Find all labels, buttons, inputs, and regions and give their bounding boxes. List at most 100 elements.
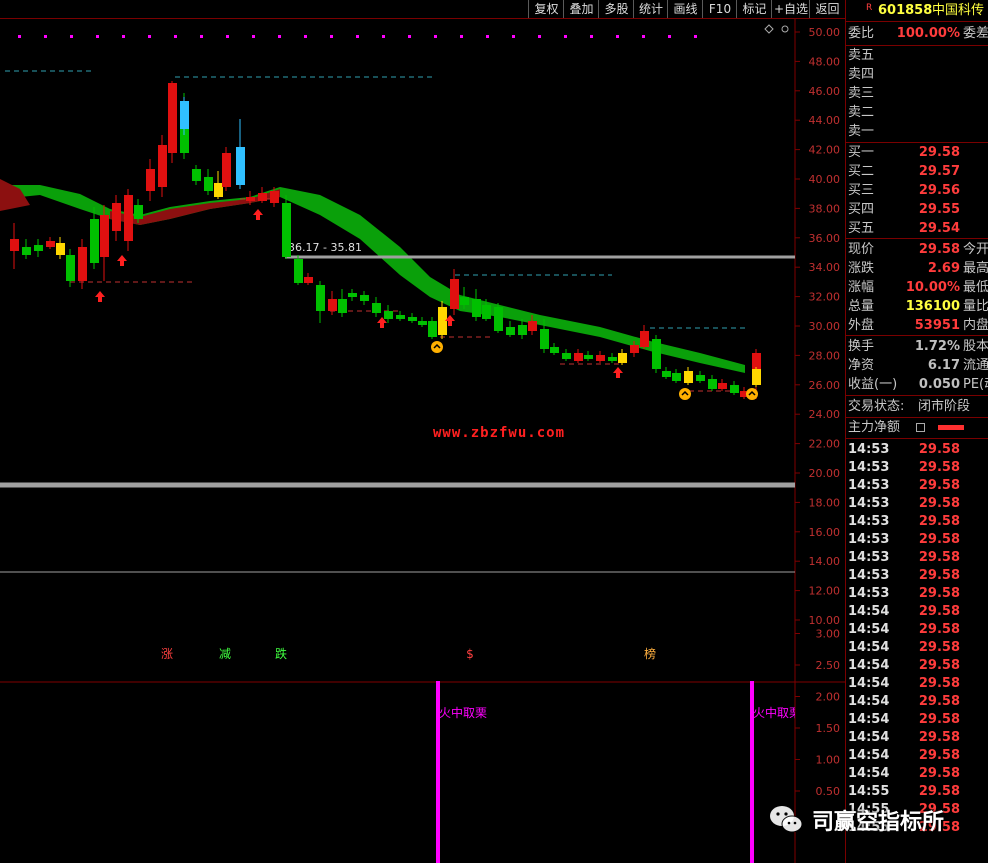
tick-time: 14:54 [848,748,890,763]
back-button[interactable]: 返回 [809,0,845,18]
quote-label: 外盘 [848,318,875,333]
tick-price: 29.58 [918,604,960,619]
asks-label: 卖二 [848,105,875,120]
draw-line-button[interactable]: 画线 [667,0,703,18]
f10-button[interactable]: F10 [702,0,737,18]
price-tick-label: 40.00 [809,173,841,186]
add-watchlist-button[interactable]: +自选 [771,0,810,18]
tick-price: 29.58 [918,622,960,637]
tick-time: 14:53 [848,514,890,529]
asks-label: 卖四 [848,67,875,82]
candle-body [294,259,303,283]
trade-status-row: 交易状态: 闭市阶段 [846,398,988,416]
price-tick-label: 30.00 [809,320,841,333]
stats-extra-label: PE(动 [963,377,988,392]
bids-row: 买二 29.57 [846,163,988,181]
quote-value: 53951 [914,318,960,333]
overlay-button[interactable]: 叠加 [563,0,599,18]
asks-row: 卖四 [846,66,988,84]
tick-price: 29.58 [918,784,960,799]
quote-row: 涨跌 2.69 最高 [846,260,988,278]
candle-body [506,327,515,335]
stats-row: 收益(一) 0.050PE(动 [846,376,988,394]
tick-row: 14:53 29.58 [846,531,988,549]
bids-value: 29.57 [918,164,960,179]
candle-body [112,203,121,231]
candle-body [246,197,255,201]
tick-time: 14:53 [848,478,890,493]
tick-time: 14:54 [848,658,890,673]
toolbar: 复权 叠加 多股 统计 画线 F10 标记 +自选 返回 [0,0,845,19]
event-marker: 榜 [644,646,656,661]
signal-dot [96,35,99,38]
candle-body [428,321,437,337]
candle-body [22,247,31,255]
signal-dot [382,35,385,38]
candle-body [574,353,583,361]
buy-arrow-icon [95,291,105,302]
signal-dot [564,35,567,38]
stock-name: 中国科传 [932,3,985,18]
signal-dot [668,35,671,38]
signal-dot [694,35,697,38]
tick-row: 14:54 29.58 [846,675,988,693]
price-tick-label: 44.00 [809,114,841,127]
tick-price: 29.58 [918,460,960,475]
candle-body [630,345,639,353]
tick-row: 14:54 29.58 [846,711,988,729]
candle-body [708,379,717,389]
chevron-up-icon [431,341,443,353]
price-tick-label: 18.00 [809,496,841,509]
candle-body [222,153,231,187]
bids-row: 买一 29.58 [846,144,988,162]
chart-canvas[interactable]: 50.00 48.00 46.00 44.00 42.00 40.00 38.00 36.00… [0,19,845,863]
restore-rights-button[interactable]: 复权 [528,0,564,18]
tick-row: 14:53 29.58 [846,567,988,585]
order-ratio-row: 委比 100.00% 委差 [846,25,988,43]
detail-icon[interactable] [916,423,925,432]
quote-value: 29.58 [918,242,960,257]
signal-dot [252,35,255,38]
indicator-tick-label: 2.50 [816,659,841,672]
mark-button[interactable]: 标记 [736,0,772,18]
stats-value: 1.72% [914,339,960,354]
price-tick-label: 50.00 [809,26,841,39]
price-tick-label: 16.00 [809,526,841,539]
multi-stock-button[interactable]: 多股 [598,0,634,18]
tick-time: 14:54 [848,694,890,709]
candle-body [214,183,223,197]
signal-dot [356,35,359,38]
wechat-icon [770,806,803,833]
asks-row: 卖五 [846,47,988,65]
candle-body [584,355,593,359]
tick-price: 29.58 [918,496,960,511]
candle-body [640,331,649,347]
candle-body [482,305,491,319]
candle-body [236,147,245,185]
tick-time: 14:54 [848,766,890,781]
price-tick-label: 42.00 [809,144,841,157]
main-net-row[interactable]: 主力净额 [846,419,988,437]
candle-body [124,195,133,241]
stats-row: 换手 1.72% 股本 [846,338,988,356]
candle-body [528,321,537,331]
bids-label: 买五 [848,221,875,236]
tick-row: 14:54 29.58 [846,729,988,747]
statistics-button[interactable]: 统计 [633,0,668,18]
tick-time: 14:54 [848,712,890,727]
tick-row: 14:54 29.58 [846,603,988,621]
order-ratio-label: 委比 [848,26,875,41]
event-marker: 跌 [275,646,287,661]
indicator-tick-label: 3.00 [816,628,841,641]
kline-chart[interactable]: 50.00 48.00 46.00 44.00 42.00 40.00 38.00 36.00… [0,19,845,863]
tick-price: 29.58 [918,442,960,457]
buy-arrow-icon [613,367,623,378]
price-tick-label: 46.00 [809,85,841,98]
bids-value: 29.55 [918,202,960,217]
tick-row: 14:54 29.58 [846,693,988,711]
bids-label: 买三 [848,183,875,198]
candle-body [34,245,43,251]
price-tick-label: 28.00 [809,349,841,362]
signal-dot [122,35,125,38]
signal-label: 火中取栗 [439,705,487,720]
